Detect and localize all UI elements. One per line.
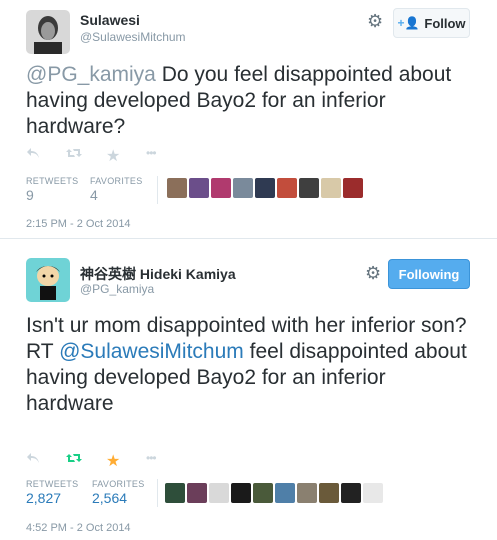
retweet-icon[interactable]	[66, 451, 106, 471]
mention-link[interactable]: @SulawesiMitchum	[59, 340, 244, 363]
avatar[interactable]	[189, 178, 209, 198]
user-handle[interactable]: @PG_kamiya	[80, 282, 154, 296]
avatar[interactable]	[26, 10, 70, 54]
avatar[interactable]	[321, 178, 341, 198]
reply-icon[interactable]	[26, 451, 66, 471]
avatar[interactable]	[187, 483, 207, 503]
more-icon[interactable]: •••	[146, 451, 186, 471]
retweets-label: RETWEETS	[26, 176, 79, 186]
tweet-actions: ★ •••	[26, 451, 186, 471]
retweets-stat[interactable]: RETWEETS 9	[26, 176, 79, 203]
follow-button[interactable]: +👤 Follow	[393, 8, 470, 38]
avatar[interactable]	[299, 178, 319, 198]
avatar[interactable]	[297, 483, 317, 503]
follow-button-label: Follow	[424, 15, 466, 31]
divider	[157, 479, 158, 507]
tweet-text: @PG_kamiya Do you feel disappointed abou…	[26, 62, 476, 140]
star-icon[interactable]: ★	[106, 451, 146, 471]
favoriters-facepile	[165, 483, 383, 503]
favorites-stat[interactable]: FAVORITES 2,564	[92, 479, 146, 506]
retweets-stat[interactable]: RETWEETS 2,827	[26, 479, 79, 506]
favorites-label: FAVORITES	[92, 479, 145, 489]
gear-icon[interactable]: ⚙	[365, 264, 381, 282]
divider	[157, 176, 158, 204]
tweet-timestamp[interactable]: 2:15 PM - 2 Oct 2014	[26, 218, 131, 230]
gear-icon[interactable]: ⚙	[367, 12, 383, 30]
following-button-label: Following	[398, 266, 460, 282]
retweet-icon[interactable]	[66, 146, 106, 166]
avatar[interactable]	[209, 483, 229, 503]
tweet-text: Isn't ur mom disappointed with her infer…	[26, 313, 476, 417]
avatar[interactable]	[167, 178, 187, 198]
avatar[interactable]	[363, 483, 383, 503]
add-user-icon: +👤	[397, 16, 420, 30]
rt-prefix: RT	[26, 340, 60, 363]
retweets-label: RETWEETS	[26, 479, 79, 489]
tweet-actions: ★ •••	[26, 146, 186, 166]
avatar[interactable]	[275, 483, 295, 503]
favoriters-facepile	[167, 178, 363, 198]
following-button[interactable]: Following	[388, 259, 470, 289]
avatar[interactable]	[319, 483, 339, 503]
tweet-body: Isn't ur mom disappointed with her infer…	[26, 314, 467, 337]
avatar[interactable]	[341, 483, 361, 503]
avatar[interactable]	[165, 483, 185, 503]
retweets-count: 9	[26, 187, 34, 203]
reply-icon[interactable]	[26, 146, 66, 166]
user-name[interactable]: 神谷英樹 Hideki Kamiya	[80, 264, 236, 284]
tweet-sulawesi: Sulawesi @SulawesiMitchum ⚙ +👤 Follow @P…	[0, 0, 497, 239]
more-icon[interactable]: •••	[146, 146, 186, 166]
avatar[interactable]	[233, 178, 253, 198]
user-name[interactable]: Sulawesi	[80, 12, 140, 28]
avatar[interactable]	[255, 178, 275, 198]
favorites-count: 2,564	[92, 490, 128, 506]
avatar[interactable]	[211, 178, 231, 198]
avatar[interactable]	[253, 483, 273, 503]
star-icon[interactable]: ★	[106, 146, 146, 166]
avatar[interactable]	[231, 483, 251, 503]
tweet-stats: RETWEETS 2,827 FAVORITES 2,564	[26, 479, 166, 506]
retweets-count: 2,827	[26, 490, 62, 506]
favorites-count: 4	[90, 187, 98, 203]
avatar[interactable]	[277, 178, 297, 198]
tweet-stats: RETWEETS 9 FAVORITES 4	[26, 176, 164, 203]
avatar[interactable]	[343, 178, 363, 198]
avatar[interactable]	[26, 258, 70, 302]
favorites-stat[interactable]: FAVORITES 4	[90, 176, 144, 203]
favorites-label: FAVORITES	[90, 176, 143, 186]
tweet-kamiya: 神谷英樹 Hideki Kamiya @PG_kamiya ⚙ Followin…	[0, 238, 497, 540]
user-handle[interactable]: @SulawesiMitchum	[80, 30, 186, 44]
mention-link[interactable]: @PG_kamiya	[26, 63, 156, 86]
tweet-timestamp[interactable]: 4:52 PM - 2 Oct 2014	[26, 522, 131, 534]
